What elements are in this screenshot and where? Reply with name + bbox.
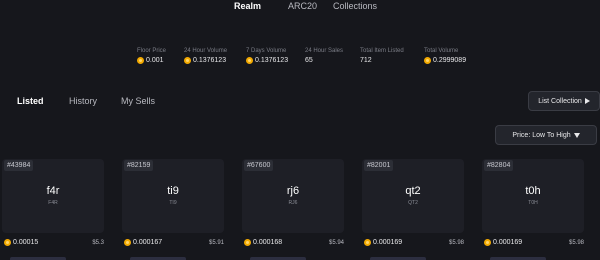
item-ticker: TI9 [169, 200, 177, 206]
stat-value-text: 0.001 [146, 57, 164, 64]
item-card[interactable]: #82159 ti9 TI9 0.000167 $5.91 [122, 159, 224, 260]
coin-icon [124, 239, 131, 246]
item-number-badge: #82159 [124, 160, 154, 171]
coin-icon [4, 239, 11, 246]
item-usd-price: $5.98 [568, 240, 584, 246]
stat-value-text: 65 [305, 57, 313, 64]
stat-24h-sales: 24 Hour Sales 65 [305, 48, 343, 64]
coin-icon [364, 239, 371, 246]
item-price: 0.00015 [4, 239, 38, 246]
stat-label: 24 Hour Sales [305, 48, 344, 54]
chevron-down-icon [573, 132, 580, 138]
marketplace-page: Realm ARC20 Collections Floor Price 0.00… [0, 0, 600, 260]
stat-total-listed: Total Item Listed 712 [360, 48, 404, 64]
item-name: ti9 [167, 185, 179, 197]
item-number-badge: #82001 [364, 160, 394, 171]
subtab-history[interactable]: History [69, 96, 97, 106]
sort-label: Price: Low To High [512, 131, 571, 139]
item-name: rj6 [286, 185, 300, 197]
coin-icon [184, 57, 191, 64]
stat-value: 0.001 [137, 57, 166, 64]
stat-floor-price: Floor Price 0.001 [137, 48, 166, 64]
item-name: f4r [46, 185, 60, 197]
stat-value-text: 0.2999089 [433, 57, 467, 64]
item-price: 0.000169 [484, 239, 522, 246]
stat-value-text: 712 [360, 57, 372, 64]
item-card[interactable]: #82804 t0h T0H 0.000169 $5.98 [482, 159, 584, 260]
subtab-my-sells[interactable]: My Sells [121, 96, 155, 106]
stat-label: Total Volume [424, 48, 459, 54]
stat-label: Floor Price [137, 48, 167, 54]
play-icon [584, 98, 590, 104]
coin-icon [244, 239, 251, 246]
subtab-listed[interactable]: Listed [17, 96, 44, 106]
stat-label: Total Item Listed [360, 48, 404, 54]
stat-label: 24 Hour Volume [184, 48, 228, 54]
item-card[interactable]: #82001 qt2 QT2 0.000169 $5.98 [362, 159, 464, 260]
item-number-badge: #43984 [4, 160, 34, 171]
item-price: 0.000169 [364, 239, 402, 246]
sort-dropdown[interactable]: Price: Low To High [495, 125, 597, 145]
stat-label: 7 Days Volume [246, 48, 287, 54]
stat-value: 0.1376123 [184, 57, 227, 64]
coin-icon [137, 57, 144, 64]
item-usd-price: $5.94 [328, 240, 344, 246]
item-usd-price: $5.3 [92, 240, 104, 246]
item-ticker: QT2 [408, 200, 418, 206]
item-ticker: T0H [528, 200, 538, 206]
item-name: t0h [525, 185, 541, 197]
tab-arc20[interactable]: ARC20 [288, 1, 317, 11]
item-ticker: RJ6 [288, 200, 298, 206]
item-card[interactable]: #67600 rj6 RJ6 0.000168 $5.94 [242, 159, 344, 260]
stat-value: 0.1376123 [246, 57, 288, 64]
item-price-text: 0.000168 [253, 239, 283, 246]
item-name: qt2 [405, 185, 421, 197]
list-collection-button[interactable]: List Collection [528, 91, 600, 111]
item-price-text: 0.000169 [373, 239, 403, 246]
coin-icon [484, 239, 491, 246]
stat-24h-volume: 24 Hour Volume 0.1376123 [184, 48, 227, 64]
item-price: 0.000167 [124, 239, 162, 246]
item-number-badge: #82804 [484, 160, 514, 171]
stat-value-text: 0.1376123 [255, 57, 289, 64]
item-price-text: 0.000169 [493, 239, 523, 246]
stat-value: 65 [305, 57, 343, 64]
item-card[interactable]: #43984 f4r F4R 0.00015 $5.3 [2, 159, 104, 260]
coin-icon [424, 57, 431, 64]
item-price: 0.000168 [244, 239, 282, 246]
top-nav: Realm ARC20 Collections [0, 0, 600, 14]
stat-7d-volume: 7 Days Volume 0.1376123 [246, 48, 288, 64]
stat-value: 0.2999089 [424, 57, 466, 64]
item-usd-price: $5.98 [448, 240, 464, 246]
item-usd-price: $5.91 [208, 240, 224, 246]
item-price-text: 0.00015 [13, 239, 39, 246]
stat-value-text: 0.1376123 [193, 57, 227, 64]
list-collection-label: List Collection [538, 97, 582, 105]
tab-realm[interactable]: Realm [234, 1, 261, 11]
item-number-badge: #67600 [244, 160, 274, 171]
item-ticker: F4R [48, 200, 58, 206]
coin-icon [246, 57, 253, 64]
stat-total-volume: Total Volume 0.2999089 [424, 48, 466, 64]
item-price-text: 0.000167 [133, 239, 163, 246]
tab-collections[interactable]: Collections [333, 1, 377, 11]
stat-value: 712 [360, 57, 404, 64]
